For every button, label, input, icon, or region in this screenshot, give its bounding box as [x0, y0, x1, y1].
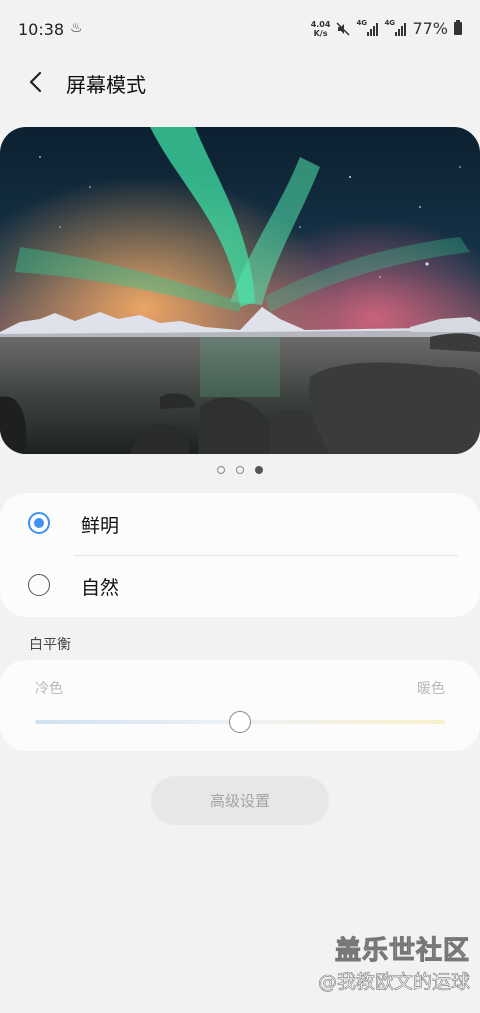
- battery-icon: [454, 20, 462, 35]
- white-balance-card: 冷色 暖色: [0, 660, 480, 751]
- mode-option-label: 自然: [81, 577, 120, 599]
- white-balance-title: 白平衡: [29, 637, 71, 653]
- watermark-author: @我教欧文的运球: [317, 971, 471, 994]
- signal-icon-sim1: 4G: [356, 19, 379, 36]
- status-indicators: 4.04 K/s 4G 4G 77%: [311, 19, 462, 38]
- white-balance-slider-thumb[interactable]: [229, 711, 251, 733]
- back-arrow-icon: [29, 71, 42, 93]
- radio-unchecked-icon[interactable]: [28, 574, 50, 596]
- aurora-landscape-image: [0, 127, 480, 454]
- signal-icon-sim2: 4G: [384, 19, 407, 36]
- warm-label: 暖色: [417, 681, 445, 697]
- page-dot-active: [255, 466, 263, 474]
- screen-mode-options: 鲜明 自然: [0, 493, 480, 617]
- page-title: 屏幕模式: [66, 73, 146, 97]
- page-dot: [217, 466, 225, 474]
- mode-option-vivid[interactable]: 鲜明: [0, 493, 480, 555]
- page-dot: [236, 466, 244, 474]
- watermark-title: 盖乐世社区: [334, 936, 470, 967]
- radio-checked-icon[interactable]: [28, 512, 50, 534]
- network-speed: 4.04 K/s: [310, 19, 331, 38]
- status-bar: 10:38 ♨ 4.04 K/s 4G 4G 77%: [0, 0, 480, 60]
- back-button[interactable]: [22, 68, 50, 96]
- notification-icon: ♨: [70, 20, 83, 36]
- mode-option-label: 鲜明: [81, 515, 120, 537]
- advanced-settings-button[interactable]: 高级设置: [151, 776, 329, 825]
- battery-percent: 77%: [412, 19, 448, 38]
- mute-icon: [336, 21, 350, 36]
- cool-label: 冷色: [35, 681, 63, 697]
- preview-image[interactable]: [0, 127, 480, 454]
- preview-page-indicator: [0, 466, 480, 474]
- app-header: 屏幕模式: [0, 60, 480, 104]
- status-time: 10:38: [18, 20, 65, 39]
- mode-option-natural[interactable]: 自然: [0, 555, 480, 617]
